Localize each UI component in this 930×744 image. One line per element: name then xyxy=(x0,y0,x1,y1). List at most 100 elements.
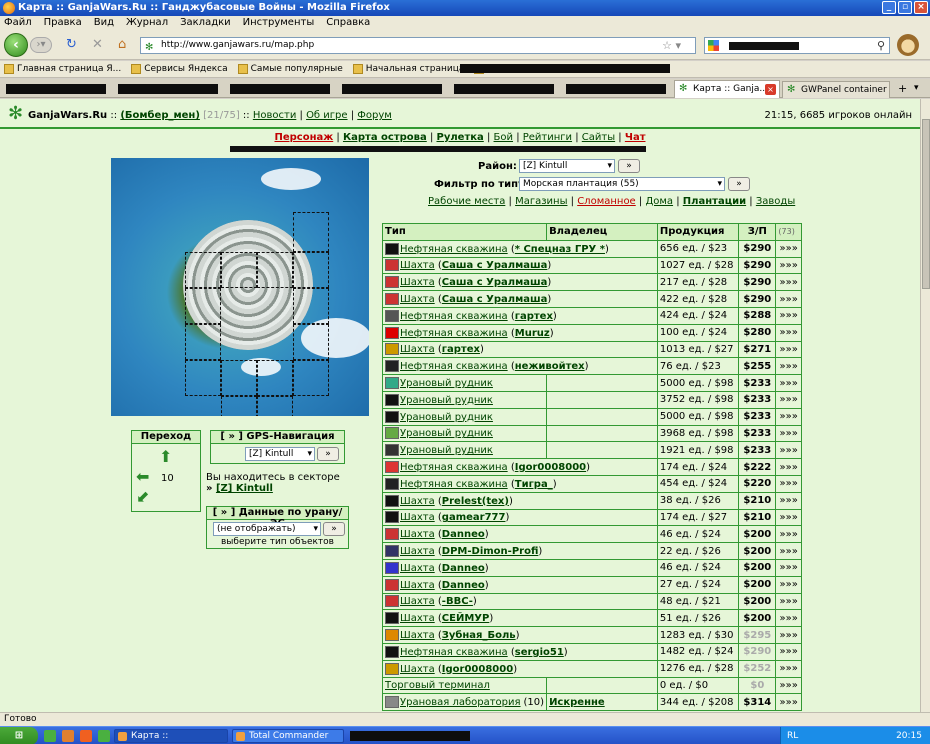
building-type-link[interactable]: Нефтяная скважина xyxy=(400,462,508,473)
cell-more-link[interactable]: »»» xyxy=(775,609,802,628)
building-type-link[interactable]: Урановый рудник xyxy=(400,395,493,406)
tab-gwpanel[interactable]: ✻ GWPanel container xyxy=(782,81,890,98)
building-type-link[interactable]: Нефтяная скважина xyxy=(400,647,508,658)
home-icon[interactable]: ⌂ xyxy=(118,38,126,52)
bookmark-star-icon[interactable]: ☆ ▾ xyxy=(662,38,681,53)
tab-list-icon[interactable]: ▾ xyxy=(914,83,919,93)
cell-more-link[interactable]: »»» xyxy=(775,424,802,443)
add-tab-icon[interactable]: + xyxy=(898,82,907,95)
building-type-link[interactable]: Урановая лаборатория xyxy=(400,697,521,708)
sector-link[interactable]: [Z] Kintull xyxy=(216,483,273,494)
owner-link[interactable]: гартех xyxy=(515,311,553,322)
search-engine-icon[interactable] xyxy=(708,40,719,51)
vertical-scrollbar[interactable] xyxy=(920,99,930,712)
bookmark-item[interactable]: Главная страница Я... xyxy=(4,61,121,77)
cell-more-link[interactable]: »»» xyxy=(775,273,802,292)
category-link[interactable]: Рабочие места xyxy=(428,196,505,207)
building-type-link[interactable]: Шахта xyxy=(400,630,435,641)
category-link[interactable]: Дома xyxy=(645,196,673,207)
building-type-link[interactable]: Шахта xyxy=(400,563,435,574)
search-icon[interactable]: ⚲ xyxy=(877,39,885,52)
cell-more-link[interactable]: »»» xyxy=(775,508,802,527)
main-menu-6[interactable]: Чат xyxy=(625,132,646,143)
building-type-link[interactable]: Урановый рудник xyxy=(400,412,493,423)
cell-more-link[interactable]: »»» xyxy=(775,491,802,510)
building-type-link[interactable]: Нефтяная скважина xyxy=(400,311,508,322)
map-sector[interactable] xyxy=(185,252,221,288)
quicklaunch-icon[interactable] xyxy=(98,730,110,742)
maximize-button[interactable]: ▫ xyxy=(898,1,912,14)
uranium-title[interactable]: [ » ] Данные по урану/ЭС xyxy=(207,507,348,529)
menu-item[interactable]: Закладки xyxy=(180,16,231,30)
owner-link[interactable]: Muruz xyxy=(515,328,550,339)
owner-link[interactable]: СЕЙМУР xyxy=(442,613,490,624)
owner-link[interactable]: Prelest(tex) xyxy=(442,496,509,507)
cell-more-link[interactable]: »»» xyxy=(775,693,802,712)
main-menu-0[interactable]: Персонаж xyxy=(275,132,334,143)
gps-title[interactable]: [ » ] GPS-Навигация xyxy=(211,431,344,444)
news-link[interactable]: Новости xyxy=(253,110,296,121)
building-type-link[interactable]: Шахта xyxy=(400,512,435,523)
quicklaunch-icon[interactable] xyxy=(62,730,74,742)
building-type-link[interactable]: Шахта xyxy=(400,546,435,557)
cell-more-link[interactable]: »»» xyxy=(775,575,802,594)
category-link[interactable]: Магазины xyxy=(515,196,567,207)
cell-more-link[interactable]: »»» xyxy=(775,340,802,359)
cell-more-link[interactable]: »»» xyxy=(775,458,802,476)
close-window-button[interactable]: × xyxy=(914,1,928,14)
menu-item[interactable]: Инструменты xyxy=(243,16,315,30)
cell-more-link[interactable]: »»» xyxy=(775,290,802,308)
building-type-link[interactable]: Нефтяная скважина xyxy=(400,479,508,490)
cell-more-link[interactable]: »»» xyxy=(775,642,802,661)
cell-more-link[interactable]: »»» xyxy=(775,407,802,426)
cell-more-link[interactable]: »»» xyxy=(775,676,802,695)
owner-link[interactable]: * Спецназ ГРУ * xyxy=(515,244,605,255)
forward-button[interactable]: ›▾ xyxy=(30,37,52,53)
menu-item[interactable]: Правка xyxy=(44,16,82,30)
owner-link[interactable]: Danneo xyxy=(442,529,485,540)
map-sector[interactable] xyxy=(185,288,221,324)
menu-item[interactable]: Вид xyxy=(94,16,114,30)
map-sector[interactable] xyxy=(221,252,257,288)
building-type-link[interactable]: Шахта xyxy=(400,294,435,305)
cell-more-link[interactable]: »»» xyxy=(775,390,802,409)
tab-map[interactable]: ✻ Карта :: Ganja... × xyxy=(674,80,780,98)
url-bar[interactable]: ✻ http://www.ganjawars.ru/map.php ☆ ▾ xyxy=(140,37,696,54)
building-type-link[interactable]: Шахта xyxy=(400,529,435,540)
map-sector[interactable] xyxy=(293,212,329,252)
owner-link[interactable]: Саша с Уралмаша xyxy=(442,277,548,288)
quicklaunch-icon[interactable] xyxy=(44,730,56,742)
cell-more-link[interactable]: »»» xyxy=(775,323,802,342)
type-filter-select[interactable]: Морская плантация (55) xyxy=(519,177,725,191)
category-link[interactable]: Заводы xyxy=(756,196,795,207)
stop-icon[interactable]: ✕ xyxy=(92,38,103,52)
close-tab-icon[interactable]: × xyxy=(765,84,776,95)
owner-link[interactable]: -BBC- xyxy=(442,596,473,607)
cell-more-link[interactable]: »»» xyxy=(775,357,802,376)
map-sector[interactable] xyxy=(293,252,329,288)
district-go-button[interactable]: » xyxy=(618,159,640,173)
cell-more-link[interactable]: »»» xyxy=(775,239,802,258)
cell-more-link[interactable]: »»» xyxy=(775,474,802,493)
owner-link[interactable]: гартех xyxy=(442,344,480,355)
sector-grid[interactable] xyxy=(185,212,335,416)
map-sector[interactable] xyxy=(257,396,293,416)
language-indicator[interactable]: RL xyxy=(787,727,798,744)
back-button[interactable]: ‹ xyxy=(4,33,28,57)
menu-item[interactable]: Журнал xyxy=(126,16,168,30)
owner-link[interactable]: Danneo xyxy=(442,563,485,574)
owner-link[interactable]: Тигра_ xyxy=(515,479,553,490)
owner-link[interactable]: Igor0008000 xyxy=(515,462,586,473)
bookmark-item[interactable]: Сервисы Яндекса xyxy=(131,61,228,77)
scrollbar-thumb[interactable] xyxy=(922,119,930,289)
search-bar[interactable]: ⚲ xyxy=(704,37,890,54)
menu-item[interactable]: Файл xyxy=(4,16,32,30)
about-link[interactable]: Об игре xyxy=(306,110,347,121)
owner-link[interactable]: Искренне xyxy=(549,697,605,708)
forum-link[interactable]: Форум xyxy=(357,110,392,121)
building-type-link[interactable]: Нефтяная скважина xyxy=(400,328,508,339)
building-type-link[interactable]: Урановый рудник xyxy=(400,445,493,456)
category-link[interactable]: Плантации xyxy=(683,196,746,207)
gps-go-button[interactable]: » xyxy=(317,447,339,461)
cell-more-link[interactable]: »»» xyxy=(775,558,802,577)
